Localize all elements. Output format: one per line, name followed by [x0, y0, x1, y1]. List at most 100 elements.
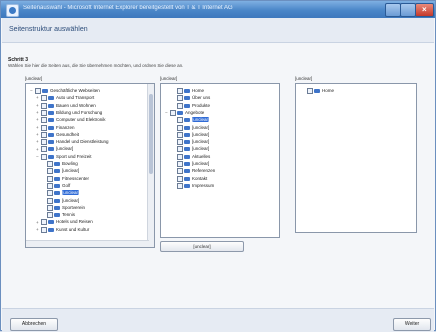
tree-checkbox[interactable]	[177, 182, 183, 189]
tree-item-label: [unclear]	[192, 161, 210, 167]
tree-item[interactable]: + Gesundheit	[36, 131, 79, 138]
tree-item[interactable]: [unclear]	[172, 131, 209, 138]
tree-item[interactable]: + Handel und Dienstleistung	[36, 139, 109, 146]
next-button[interactable]: Weiter	[393, 318, 431, 331]
tree-checkbox[interactable]	[47, 212, 53, 219]
tree-checkbox[interactable]	[170, 109, 176, 116]
middle-panel-label: [unclear]	[160, 76, 178, 81]
tree-item[interactable]: Tennis	[42, 212, 75, 219]
cancel-button[interactable]: Abbrechen	[10, 318, 58, 331]
tree-item[interactable]: Referenzen	[172, 168, 216, 175]
tree-item[interactable]: [unclear]	[42, 168, 79, 175]
tree-checkbox[interactable]	[47, 168, 53, 175]
tree-item[interactable]: Home	[172, 88, 204, 94]
tree-item[interactable]: [unclear]	[172, 124, 209, 131]
tree-item[interactable]: [unclear]	[172, 139, 209, 146]
tree-checkbox[interactable]	[177, 161, 183, 167]
tree-item[interactable]: [unclear]	[172, 161, 209, 167]
scrollbar-thumb[interactable]	[149, 94, 153, 174]
tree-item[interactable]: [unclear]	[172, 117, 210, 124]
page-icon	[184, 183, 190, 188]
page-icon	[184, 169, 190, 174]
tree-item[interactable]: + Bildung und Forschung	[36, 109, 102, 116]
page-icon	[48, 227, 54, 232]
tree-item[interactable]: − Sport und Freizeit	[36, 153, 92, 160]
tree-checkbox[interactable]	[47, 161, 53, 167]
tree-item-label: Finanzen	[56, 124, 75, 130]
tree-checkbox[interactable]	[41, 95, 47, 102]
horizontal-scrollbar[interactable]	[26, 240, 149, 247]
tree-checkbox[interactable]	[41, 124, 47, 131]
vertical-scrollbar[interactable]	[147, 84, 154, 247]
close-button[interactable]: ×	[415, 3, 434, 17]
tree-item[interactable]: + [unclear]	[36, 146, 73, 153]
tree-checkbox[interactable]	[41, 131, 47, 138]
tree-checkbox[interactable]	[47, 197, 53, 204]
internet-explorer-icon	[6, 4, 19, 17]
tree-checkbox[interactable]	[41, 117, 47, 124]
tree-item-label: Geschäftliche Webseiten	[50, 88, 100, 94]
tree-checkbox[interactable]	[177, 139, 183, 146]
tree-checkbox[interactable]	[41, 146, 47, 153]
tree-checkbox[interactable]	[41, 109, 47, 116]
tree-item[interactable]: Produkte	[172, 102, 210, 109]
window-title: Seitenauswahl - Microsoft Internet Explo…	[23, 5, 233, 11]
tree-item[interactable]: + Auto und Transport	[36, 95, 95, 102]
maximize-button[interactable]	[400, 3, 416, 17]
current-structure-tree[interactable]: Home	[295, 83, 417, 233]
tree-item[interactable]: + Kunst und Kultur	[36, 226, 89, 233]
tree-checkbox[interactable]	[41, 219, 47, 226]
tree-item[interactable]: Golf	[42, 182, 70, 189]
tree-item-label: Home	[192, 88, 205, 94]
tree-checkbox[interactable]	[177, 102, 183, 109]
tree-item[interactable]: Bowling	[42, 161, 78, 167]
title-bar[interactable]: Seitenauswahl - Microsoft Internet Explo…	[1, 1, 435, 18]
category-tree[interactable]: − Geschäftliche Webseiten + Auto und Transp…	[25, 83, 155, 248]
tree-item-label: Referenzen	[192, 168, 216, 174]
page-icon	[184, 89, 190, 93]
tree-checkbox[interactable]	[177, 117, 183, 124]
tree-item-label: Angebote	[185, 110, 205, 116]
tree-checkbox[interactable]	[177, 131, 183, 138]
tree-checkbox[interactable]	[41, 102, 47, 109]
tree-checkbox[interactable]	[177, 95, 183, 102]
tree-checkbox[interactable]	[177, 175, 183, 182]
structure-action-button[interactable]: [unclear]	[160, 241, 244, 252]
tree-checkbox[interactable]	[177, 124, 183, 131]
tree-item[interactable]: + Bauen und Wohnen	[36, 102, 96, 109]
tree-item-label: Auto und Transport	[56, 95, 95, 101]
minimize-button[interactable]	[385, 3, 401, 17]
tree-checkbox[interactable]	[41, 153, 47, 160]
tree-item[interactable]: Sportverein	[42, 204, 85, 211]
tree-item[interactable]: Fitnesscenter	[42, 175, 89, 182]
tree-item[interactable]: + Finanzen	[36, 124, 75, 131]
tree-item[interactable]: − Angebote	[165, 109, 205, 116]
tree-item[interactable]: Aktuelles	[172, 153, 210, 160]
tree-checkbox[interactable]	[177, 146, 183, 153]
tree-checkbox[interactable]	[47, 182, 53, 189]
page-icon	[48, 110, 54, 115]
tree-checkbox[interactable]	[177, 168, 183, 175]
tree-checkbox[interactable]	[307, 88, 313, 94]
tree-item[interactable]: − Geschäftliche Webseiten	[30, 88, 100, 94]
tree-item[interactable]: + Computer und Elektronik	[36, 117, 106, 124]
tree-checkbox[interactable]	[41, 226, 47, 233]
tree-checkbox[interactable]	[177, 88, 183, 94]
tree-checkbox[interactable]	[47, 204, 53, 211]
page-icon	[48, 140, 54, 145]
tree-checkbox[interactable]	[177, 153, 183, 160]
tree-item[interactable]: Home	[302, 88, 334, 94]
tree-checkbox[interactable]	[35, 88, 41, 94]
tree-checkbox[interactable]	[47, 175, 53, 182]
tree-checkbox[interactable]	[41, 139, 47, 146]
tree-item[interactable]: [unclear]	[172, 146, 209, 153]
tree-item[interactable]: Über uns	[172, 95, 210, 102]
tree-item[interactable]: Impressum	[172, 182, 214, 189]
tree-item[interactable]: Kontakt	[172, 175, 207, 182]
page-icon	[184, 154, 190, 159]
site-structure-tree[interactable]: Home Über uns Produkte − Angebote [unclear] [u…	[160, 83, 280, 238]
tree-item[interactable]: + Hotels und Reisen	[36, 219, 93, 226]
tree-checkbox[interactable]	[47, 190, 53, 197]
tree-item[interactable]: [unclear]	[42, 190, 80, 197]
tree-item[interactable]: [unclear]	[42, 197, 79, 204]
